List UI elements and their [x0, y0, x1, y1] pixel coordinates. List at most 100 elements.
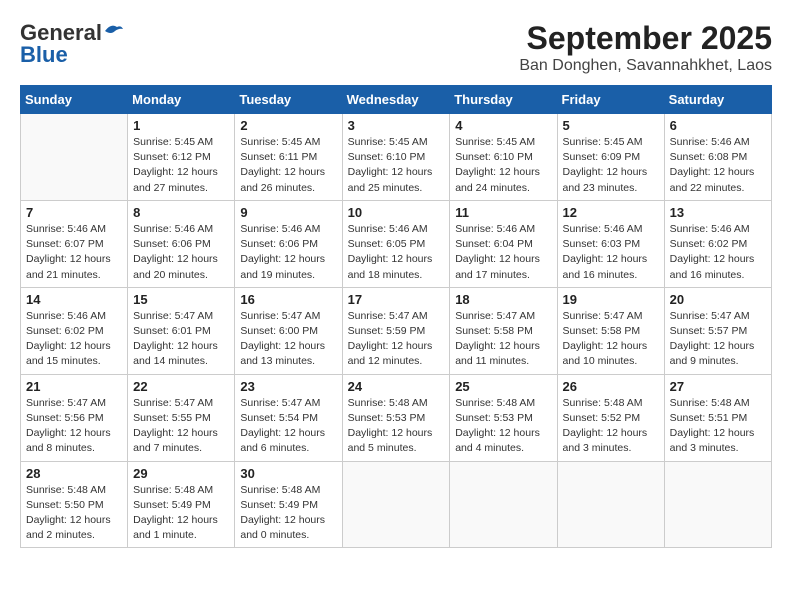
day-number: 20 [670, 292, 766, 307]
day-number: 23 [240, 379, 336, 394]
day-info: Sunrise: 5:47 AM Sunset: 5:55 PM Dayligh… [133, 396, 229, 457]
calendar-header-row: SundayMondayTuesdayWednesdayThursdayFrid… [21, 86, 772, 114]
calendar-cell: 11Sunrise: 5:46 AM Sunset: 6:04 PM Dayli… [450, 200, 557, 287]
calendar-cell: 6 Sunrise: 5:46 AM Sunset: 6:08 PM Daylig… [664, 114, 771, 201]
calendar-cell: 23Sunrise: 5:47 AM Sunset: 5:54 PM Dayli… [235, 374, 342, 461]
calendar-cell [664, 461, 771, 548]
calendar-cell: 12 Sunrise: 5:46 AM Sunset: 6:03 PM Dayli… [557, 200, 664, 287]
day-number: 9 [240, 205, 336, 220]
header-wednesday: Wednesday [342, 86, 450, 114]
day-info: Sunrise: 5:48 AM Sunset: 5:52 PM Dayligh… [563, 396, 659, 457]
header-saturday: Saturday [664, 86, 771, 114]
calendar-cell: 1 Sunrise: 5:45 AM Sunset: 6:12 PM Daylig… [128, 114, 235, 201]
day-info: Sunrise: 5:47 AM Sunset: 5:57 PM Dayligh… [670, 309, 766, 370]
day-number: 16 [240, 292, 336, 307]
day-number: 24 [348, 379, 445, 394]
day-number: 26 [563, 379, 659, 394]
page-subtitle: Ban Donghen, Savannahkhet, Laos [519, 57, 772, 75]
day-number: 27 [670, 379, 766, 394]
calendar-table: SundayMondayTuesdayWednesdayThursdayFrid… [20, 85, 772, 548]
day-info: Sunrise: 5:46 AM Sunset: 6:05 PM Dayligh… [348, 222, 445, 283]
day-info: Sunrise: 5:46 AM Sunset: 6:06 PM Dayligh… [133, 222, 229, 283]
title-block: September 2025 Ban Donghen, Savannahkhet… [519, 20, 772, 75]
page-header: General Blue September 2025 Ban Donghen,… [20, 20, 772, 75]
day-number: 4 [455, 118, 551, 133]
calendar-cell: 14 Sunrise: 5:46 AM Sunset: 6:02 PM Dayli… [21, 287, 128, 374]
calendar-cell: 16 Sunrise: 5:47 AM Sunset: 6:00 PM Dayli… [235, 287, 342, 374]
header-thursday: Thursday [450, 86, 557, 114]
day-info: Sunrise: 5:46 AM Sunset: 6:02 PM Dayligh… [26, 309, 122, 370]
calendar-cell: 30 Sunrise: 5:48 AM Sunset: 5:49 PM Dayli… [235, 461, 342, 548]
day-number: 10 [348, 205, 445, 220]
calendar-cell [557, 461, 664, 548]
day-number: 12 [563, 205, 659, 220]
logo-blue: Blue [20, 42, 68, 68]
day-info: Sunrise: 5:46 AM Sunset: 6:08 PM Dayligh… [670, 135, 766, 196]
day-number: 21 [26, 379, 122, 394]
calendar-cell: 22Sunrise: 5:47 AM Sunset: 5:55 PM Dayli… [128, 374, 235, 461]
calendar-cell: 19 Sunrise: 5:47 AM Sunset: 5:58 PM Dayli… [557, 287, 664, 374]
header-friday: Friday [557, 86, 664, 114]
calendar-cell: 18 Sunrise: 5:47 AM Sunset: 5:58 PM Dayli… [450, 287, 557, 374]
day-info: Sunrise: 5:48 AM Sunset: 5:53 PM Dayligh… [455, 396, 551, 457]
day-number: 6 [670, 118, 766, 133]
day-number: 8 [133, 205, 229, 220]
day-info: Sunrise: 5:47 AM Sunset: 5:58 PM Dayligh… [455, 309, 551, 370]
day-info: Sunrise: 5:46 AM Sunset: 6:06 PM Dayligh… [240, 222, 336, 283]
day-number: 2 [240, 118, 336, 133]
day-number: 13 [670, 205, 766, 220]
calendar-cell: 20 Sunrise: 5:47 AM Sunset: 5:57 PM Dayli… [664, 287, 771, 374]
calendar-cell: 17Sunrise: 5:47 AM Sunset: 5:59 PM Dayli… [342, 287, 450, 374]
day-number: 25 [455, 379, 551, 394]
day-number: 15 [133, 292, 229, 307]
day-number: 17 [348, 292, 445, 307]
calendar-cell: 25 Sunrise: 5:48 AM Sunset: 5:53 PM Dayli… [450, 374, 557, 461]
calendar-cell: 28 Sunrise: 5:48 AM Sunset: 5:50 PM Dayli… [21, 461, 128, 548]
day-info: Sunrise: 5:47 AM Sunset: 6:00 PM Dayligh… [240, 309, 336, 370]
calendar-cell: 29 Sunrise: 5:48 AM Sunset: 5:49 PM Dayli… [128, 461, 235, 548]
calendar-cell: 15Sunrise: 5:47 AM Sunset: 6:01 PM Dayli… [128, 287, 235, 374]
day-info: Sunrise: 5:46 AM Sunset: 6:03 PM Dayligh… [563, 222, 659, 283]
day-number: 1 [133, 118, 229, 133]
day-info: Sunrise: 5:46 AM Sunset: 6:02 PM Dayligh… [670, 222, 766, 283]
day-number: 7 [26, 205, 122, 220]
day-number: 3 [348, 118, 445, 133]
calendar-cell: 3 Sunrise: 5:45 AM Sunset: 6:10 PM Daylig… [342, 114, 450, 201]
day-info: Sunrise: 5:46 AM Sunset: 6:04 PM Dayligh… [455, 222, 551, 283]
day-info: Sunrise: 5:45 AM Sunset: 6:12 PM Dayligh… [133, 135, 229, 196]
day-number: 14 [26, 292, 122, 307]
day-number: 5 [563, 118, 659, 133]
day-number: 29 [133, 466, 229, 481]
day-info: Sunrise: 5:47 AM Sunset: 5:58 PM Dayligh… [563, 309, 659, 370]
day-number: 18 [455, 292, 551, 307]
calendar-week-row: 14 Sunrise: 5:46 AM Sunset: 6:02 PM Dayli… [21, 287, 772, 374]
calendar-cell: 4 Sunrise: 5:45 AM Sunset: 6:10 PM Daylig… [450, 114, 557, 201]
day-info: Sunrise: 5:46 AM Sunset: 6:07 PM Dayligh… [26, 222, 122, 283]
calendar-week-row: 28 Sunrise: 5:48 AM Sunset: 5:50 PM Dayli… [21, 461, 772, 548]
day-info: Sunrise: 5:48 AM Sunset: 5:49 PM Dayligh… [133, 483, 229, 544]
header-sunday: Sunday [21, 86, 128, 114]
day-info: Sunrise: 5:45 AM Sunset: 6:11 PM Dayligh… [240, 135, 336, 196]
day-info: Sunrise: 5:48 AM Sunset: 5:49 PM Dayligh… [240, 483, 336, 544]
calendar-cell: 10 Sunrise: 5:46 AM Sunset: 6:05 PM Dayli… [342, 200, 450, 287]
day-info: Sunrise: 5:45 AM Sunset: 6:10 PM Dayligh… [348, 135, 445, 196]
calendar-week-row: 1 Sunrise: 5:45 AM Sunset: 6:12 PM Daylig… [21, 114, 772, 201]
day-info: Sunrise: 5:45 AM Sunset: 6:10 PM Dayligh… [455, 135, 551, 196]
calendar-cell: 2 Sunrise: 5:45 AM Sunset: 6:11 PM Daylig… [235, 114, 342, 201]
day-info: Sunrise: 5:48 AM Sunset: 5:51 PM Dayligh… [670, 396, 766, 457]
calendar-cell [342, 461, 450, 548]
calendar-cell: 5 Sunrise: 5:45 AM Sunset: 6:09 PM Daylig… [557, 114, 664, 201]
page-title: September 2025 [519, 20, 772, 57]
day-number: 19 [563, 292, 659, 307]
day-number: 30 [240, 466, 336, 481]
logo: General Blue [20, 20, 125, 68]
day-info: Sunrise: 5:45 AM Sunset: 6:09 PM Dayligh… [563, 135, 659, 196]
calendar-cell: 9 Sunrise: 5:46 AM Sunset: 6:06 PM Daylig… [235, 200, 342, 287]
day-info: Sunrise: 5:48 AM Sunset: 5:50 PM Dayligh… [26, 483, 122, 544]
calendar-cell [21, 114, 128, 201]
calendar-cell [450, 461, 557, 548]
day-number: 28 [26, 466, 122, 481]
calendar-week-row: 7 Sunrise: 5:46 AM Sunset: 6:07 PM Daylig… [21, 200, 772, 287]
calendar-cell: 27 Sunrise: 5:48 AM Sunset: 5:51 PM Dayli… [664, 374, 771, 461]
day-info: Sunrise: 5:47 AM Sunset: 5:56 PM Dayligh… [26, 396, 122, 457]
